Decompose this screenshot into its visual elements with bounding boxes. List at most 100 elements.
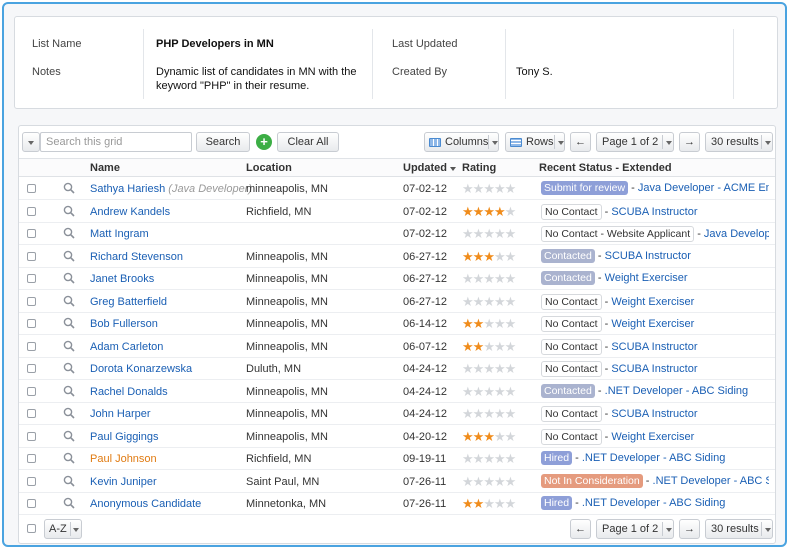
star-icon[interactable]: ★ bbox=[494, 181, 506, 196]
star-icon[interactable]: ★ bbox=[462, 249, 474, 264]
star-icon[interactable]: ★ bbox=[494, 204, 506, 219]
results-per-page-select[interactable]: 30 results bbox=[705, 132, 773, 152]
sort-desc-icon[interactable] bbox=[450, 167, 456, 171]
row-checkbox[interactable] bbox=[27, 296, 36, 306]
magnifier-icon[interactable] bbox=[63, 452, 75, 464]
star-icon[interactable]: ★ bbox=[505, 294, 517, 309]
row-checkbox[interactable] bbox=[27, 319, 36, 328]
add-icon[interactable]: + bbox=[256, 134, 272, 150]
magnifier-icon[interactable] bbox=[63, 272, 75, 284]
column-header-location[interactable]: Location bbox=[246, 162, 292, 174]
star-icon[interactable]: ★ bbox=[462, 339, 474, 354]
candidate-name-link[interactable]: Adam Carleton bbox=[90, 341, 163, 353]
star-icon[interactable]: ★ bbox=[483, 226, 495, 241]
status-badge[interactable]: No Contact bbox=[541, 293, 602, 310]
status-job-link[interactable]: Weight Exerciser bbox=[611, 296, 694, 308]
star-icon[interactable]: ★ bbox=[462, 451, 474, 466]
star-icon[interactable]: ★ bbox=[462, 361, 474, 376]
star-icon[interactable]: ★ bbox=[494, 361, 506, 376]
magnifier-icon[interactable] bbox=[63, 317, 75, 329]
star-icon[interactable]: ★ bbox=[483, 361, 495, 376]
star-icon[interactable]: ★ bbox=[494, 294, 506, 309]
magnifier-icon[interactable] bbox=[63, 475, 75, 487]
footer-prev-page-button[interactable]: ← bbox=[570, 519, 591, 539]
star-icon[interactable]: ★ bbox=[483, 451, 495, 466]
footer-next-page-button[interactable]: → bbox=[679, 519, 700, 539]
star-icon[interactable]: ★ bbox=[505, 361, 517, 376]
star-icon[interactable]: ★ bbox=[462, 226, 474, 241]
star-rating[interactable]: ★★★★★ bbox=[462, 271, 517, 287]
candidate-name-link[interactable]: Andrew Kandels bbox=[90, 206, 170, 218]
star-icon[interactable]: ★ bbox=[483, 429, 495, 444]
star-icon[interactable]: ★ bbox=[473, 294, 485, 309]
star-icon[interactable]: ★ bbox=[505, 226, 517, 241]
star-icon[interactable]: ★ bbox=[473, 204, 485, 219]
star-icon[interactable]: ★ bbox=[505, 181, 517, 196]
star-icon[interactable]: ★ bbox=[462, 474, 474, 489]
status-badge[interactable]: No Contact bbox=[541, 316, 602, 332]
star-rating[interactable]: ★★★★★ bbox=[462, 181, 517, 197]
star-icon[interactable]: ★ bbox=[505, 316, 517, 331]
status-badge[interactable]: No Contact - Website Applicant bbox=[541, 226, 695, 242]
row-checkbox[interactable] bbox=[27, 476, 36, 486]
status-job-link[interactable]: SCUBA Instructor bbox=[611, 363, 697, 375]
magnifier-icon[interactable] bbox=[63, 227, 75, 239]
column-header-updated[interactable]: Updated bbox=[403, 162, 447, 174]
status-badge[interactable]: No Contact bbox=[541, 203, 602, 220]
star-rating[interactable]: ★★★★★ bbox=[462, 226, 517, 242]
footer-results-per-page-select[interactable]: 30 results bbox=[705, 519, 773, 539]
status-badge[interactable]: Contacted bbox=[541, 271, 595, 285]
candidate-name-link[interactable]: Greg Batterfield bbox=[90, 296, 167, 308]
star-icon[interactable]: ★ bbox=[483, 339, 495, 354]
row-checkbox[interactable] bbox=[27, 206, 36, 216]
column-header-rating[interactable]: Rating bbox=[462, 162, 496, 174]
star-icon[interactable]: ★ bbox=[473, 496, 485, 511]
magnifier-icon[interactable] bbox=[63, 385, 75, 397]
star-rating[interactable]: ★★★★★ bbox=[462, 496, 516, 512]
star-icon[interactable]: ★ bbox=[505, 451, 517, 466]
star-icon[interactable]: ★ bbox=[462, 181, 474, 196]
columns-dropdown[interactable]: Columns bbox=[424, 132, 499, 152]
star-icon[interactable]: ★ bbox=[505, 339, 517, 354]
star-rating[interactable]: ★★★★★ bbox=[462, 429, 516, 445]
star-rating[interactable]: ★★★★★ bbox=[462, 361, 517, 377]
row-checkbox[interactable] bbox=[27, 431, 36, 441]
star-icon[interactable]: ★ bbox=[494, 316, 506, 331]
clear-all-button[interactable]: Clear All bbox=[277, 132, 339, 152]
magnifier-icon[interactable] bbox=[63, 205, 75, 217]
star-icon[interactable]: ★ bbox=[462, 294, 474, 309]
star-icon[interactable]: ★ bbox=[483, 271, 495, 286]
search-input[interactable]: Search this grid bbox=[40, 132, 192, 152]
status-badge[interactable]: No Contact bbox=[541, 361, 602, 377]
star-icon[interactable]: ★ bbox=[473, 361, 485, 376]
star-icon[interactable]: ★ bbox=[505, 271, 517, 286]
star-icon[interactable]: ★ bbox=[462, 406, 474, 421]
star-icon[interactable]: ★ bbox=[483, 204, 495, 219]
star-icon[interactable]: ★ bbox=[462, 271, 474, 286]
bulk-action-dropdown[interactable] bbox=[22, 132, 40, 152]
select-all-checkbox[interactable] bbox=[27, 524, 36, 533]
candidate-name-link[interactable]: Sathya Hariesh (Java Developer) bbox=[90, 183, 252, 195]
star-icon[interactable]: ★ bbox=[473, 406, 485, 421]
star-icon[interactable]: ★ bbox=[483, 384, 495, 399]
star-icon[interactable]: ★ bbox=[494, 429, 506, 444]
magnifier-icon[interactable] bbox=[63, 182, 75, 194]
star-icon[interactable]: ★ bbox=[473, 271, 485, 286]
star-icon[interactable]: ★ bbox=[483, 249, 495, 264]
star-rating[interactable]: ★★★★★ bbox=[462, 294, 517, 310]
row-checkbox[interactable] bbox=[27, 364, 36, 373]
magnifier-icon[interactable] bbox=[63, 362, 75, 374]
star-rating[interactable]: ★★★★★ bbox=[462, 384, 516, 400]
star-icon[interactable]: ★ bbox=[494, 496, 506, 511]
star-icon[interactable]: ★ bbox=[473, 226, 485, 241]
star-icon[interactable]: ★ bbox=[494, 384, 506, 399]
row-checkbox[interactable] bbox=[27, 386, 36, 396]
status-badge[interactable]: No Contact bbox=[541, 406, 602, 422]
star-icon[interactable]: ★ bbox=[462, 384, 474, 399]
row-checkbox[interactable] bbox=[27, 251, 36, 261]
search-button[interactable]: Search bbox=[196, 132, 250, 152]
star-icon[interactable]: ★ bbox=[473, 429, 485, 444]
status-job-link[interactable]: .NET Developer - ABC Siding bbox=[605, 385, 748, 397]
status-badge[interactable]: Hired bbox=[541, 451, 573, 465]
footer-page-select[interactable]: Page 1 of 2 bbox=[596, 519, 674, 539]
